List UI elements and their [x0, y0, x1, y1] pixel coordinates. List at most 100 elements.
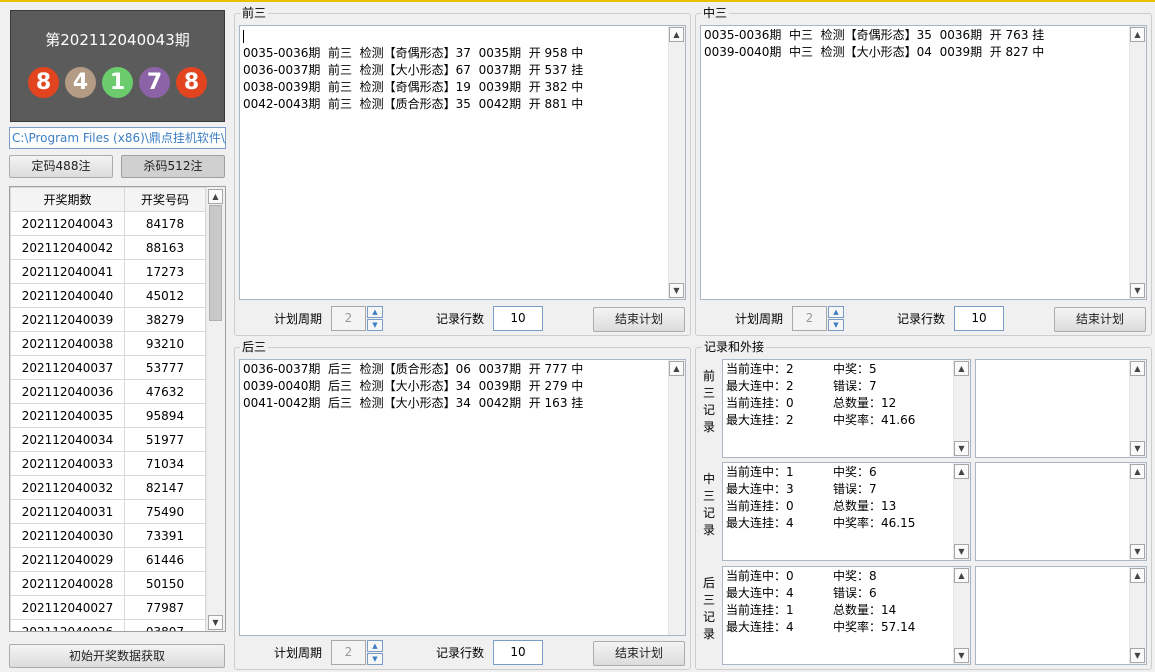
- table-row[interactable]: 202112040038 93210: [10, 331, 206, 356]
- lottery-ball: 1: [102, 67, 133, 98]
- column-header-number[interactable]: 开奖号码: [124, 187, 206, 212]
- scroll-up-arrow-icon[interactable]: ▲: [1130, 361, 1145, 376]
- scroll-up-arrow-icon[interactable]: ▲: [954, 464, 969, 479]
- end-plan-button[interactable]: 结束计划: [1054, 307, 1146, 332]
- scroll-up-arrow-icon[interactable]: ▲: [954, 361, 969, 376]
- external-link-box[interactable]: ▲ ▼: [975, 359, 1147, 458]
- scroll-down-arrow-icon[interactable]: ▼: [1130, 441, 1145, 456]
- scroll-up-arrow-icon[interactable]: ▲: [954, 568, 969, 583]
- cell-period: 202112040032: [10, 475, 125, 500]
- log-scrollbar[interactable]: ▲ ▼: [1129, 26, 1146, 299]
- cell-number: 95894: [124, 403, 206, 428]
- init-data-fetch-button[interactable]: 初始开奖数据获取: [9, 644, 225, 668]
- external-link-box[interactable]: ▲ ▼: [975, 566, 1147, 665]
- table-row[interactable]: 202112040034 51977: [10, 427, 206, 452]
- table-row[interactable]: 202112040029 61446: [10, 547, 206, 572]
- log-scrollbar[interactable]: ▲ ▼: [668, 26, 685, 299]
- external-scrollbar[interactable]: ▲ ▼: [1129, 463, 1146, 560]
- record-group-label: 后三记录: [702, 575, 716, 643]
- scroll-down-arrow-icon[interactable]: ▼: [954, 544, 969, 559]
- table-row[interactable]: 202112040043 84178: [10, 211, 206, 236]
- scroll-up-arrow-icon[interactable]: ▲: [669, 361, 684, 376]
- scroll-up-arrow-icon[interactable]: ▲: [1130, 27, 1145, 42]
- external-link-box[interactable]: ▲ ▼: [975, 462, 1147, 561]
- spin-up-icon[interactable]: ▲: [367, 306, 383, 318]
- stat-line: 最大连挂：4: [726, 620, 794, 634]
- table-row[interactable]: 202112040028 50150: [10, 571, 206, 596]
- cell-number: 45012: [124, 283, 206, 308]
- scroll-down-arrow-icon[interactable]: ▼: [1130, 648, 1145, 663]
- end-plan-button[interactable]: 结束计划: [593, 307, 685, 332]
- cell-number: 77987: [124, 595, 206, 620]
- table-row[interactable]: 202112040026 03807: [10, 619, 206, 631]
- panel-zhong-san-title: 中三: [701, 6, 730, 20]
- stat-line: 最大连中：3: [726, 482, 794, 496]
- record-stats-box[interactable]: 当前连中：1 最大连中：3 当前连挂：0 最大连挂：4 中奖：6 错误：7 总数量：13 中奖…: [722, 462, 971, 561]
- table-row[interactable]: 202112040032 82147: [10, 475, 206, 500]
- table-row[interactable]: 202112040030 73391: [10, 523, 206, 548]
- scroll-down-arrow-icon[interactable]: ▼: [208, 615, 223, 630]
- spin-down-icon[interactable]: ▼: [367, 319, 383, 331]
- log-line: 0035-0036期 中三 检测【奇偶形态】35 0036期 开 763 挂: [704, 28, 1045, 42]
- scroll-down-arrow-icon[interactable]: ▼: [1130, 283, 1145, 298]
- stat-line: 最大连挂：4: [726, 516, 794, 530]
- record-stats-left: 当前连中：2 最大连中：2 当前连挂：0 最大连挂：2: [726, 361, 794, 429]
- scroll-up-arrow-icon[interactable]: ▲: [208, 189, 223, 204]
- panel-hou-san-title: 后三: [240, 340, 269, 354]
- record-rows-input[interactable]: 10: [493, 306, 543, 331]
- table-row[interactable]: 202112040037 53777: [10, 355, 206, 380]
- table-row[interactable]: 202112040040 45012: [10, 283, 206, 308]
- scroll-up-arrow-icon[interactable]: ▲: [1130, 464, 1145, 479]
- table-row[interactable]: 202112040033 71034: [10, 451, 206, 476]
- table-row[interactable]: 202112040036 47632: [10, 379, 206, 404]
- table-row[interactable]: 202112040042 88163: [10, 235, 206, 260]
- hou-san-log[interactable]: 0036-0037期 后三 检测【质合形态】06 0037期 开 777 中 0…: [239, 359, 686, 636]
- log-line: 0042-0043期 前三 检测【质合形态】35 0042期 开 881 中: [243, 97, 584, 111]
- column-header-period[interactable]: 开奖期数: [10, 187, 125, 212]
- table-row[interactable]: 202112040039 38279: [10, 307, 206, 332]
- scroll-down-arrow-icon[interactable]: ▼: [669, 283, 684, 298]
- qian-san-log[interactable]: 0035-0036期 前三 检测【奇偶形态】37 0035期 开 958 中 0…: [239, 25, 686, 300]
- scroll-down-arrow-icon[interactable]: ▼: [1130, 544, 1145, 559]
- draw-history-table: 开奖期数 开奖号码 202112040043 84178 202112040042 8…: [9, 186, 226, 632]
- table-vertical-scrollbar[interactable]: ▲ ▼: [206, 187, 225, 631]
- plan-period-label: 计划周期: [735, 312, 784, 326]
- table-row[interactable]: 202112040041 17273: [10, 259, 206, 284]
- scroll-down-arrow-icon[interactable]: ▼: [954, 648, 969, 663]
- scroll-up-arrow-icon[interactable]: ▲: [669, 27, 684, 42]
- record-stats-box[interactable]: 当前连中：2 最大连中：2 当前连挂：0 最大连挂：2 中奖：5 错误：7 总数量：12 中奖…: [722, 359, 971, 458]
- log-scrollbar[interactable]: ▲: [668, 360, 685, 635]
- cell-number: 17273: [124, 259, 206, 284]
- table-row[interactable]: 202112040027 77987: [10, 595, 206, 620]
- external-scrollbar[interactable]: ▲ ▼: [1129, 567, 1146, 664]
- external-scrollbar[interactable]: ▲ ▼: [1129, 360, 1146, 457]
- plan-period-spinner[interactable]: 2: [331, 640, 366, 665]
- fixed-code-button[interactable]: 定码488注: [9, 155, 113, 178]
- scroll-down-arrow-icon[interactable]: ▼: [954, 441, 969, 456]
- table-row[interactable]: 202112040035 95894: [10, 403, 206, 428]
- plan-period-spinner[interactable]: 2: [792, 306, 827, 331]
- cell-period: 202112040033: [10, 451, 125, 476]
- stats-scrollbar[interactable]: ▲ ▼: [953, 463, 970, 560]
- scroll-up-arrow-icon[interactable]: ▲: [1130, 568, 1145, 583]
- stat-line: 中奖率：57.14: [833, 620, 916, 634]
- table-row[interactable]: 202112040031 75490: [10, 499, 206, 524]
- spin-down-icon[interactable]: ▼: [367, 653, 383, 665]
- cell-number: 61446: [124, 547, 206, 572]
- record-rows-label: 记录行数: [897, 312, 946, 326]
- record-rows-input[interactable]: 10: [493, 640, 543, 665]
- spin-up-icon[interactable]: ▲: [367, 640, 383, 652]
- cell-number: 03807: [124, 619, 206, 631]
- scroll-thumb[interactable]: [209, 205, 222, 321]
- plan-period-spinner[interactable]: 2: [331, 306, 366, 331]
- spin-down-icon[interactable]: ▼: [828, 319, 844, 331]
- spin-up-icon[interactable]: ▲: [828, 306, 844, 318]
- record-rows-input[interactable]: 10: [954, 306, 1004, 331]
- kill-code-button[interactable]: 杀码512注: [121, 155, 225, 178]
- stats-scrollbar[interactable]: ▲ ▼: [953, 360, 970, 457]
- install-path-field[interactable]: C:\Program Files (x86)\鼎点挂机软件\: [9, 127, 226, 149]
- stats-scrollbar[interactable]: ▲ ▼: [953, 567, 970, 664]
- record-stats-box[interactable]: 当前连中：0 最大连中：4 当前连挂：1 最大连挂：4 中奖：8 错误：6 总数量：14 中奖…: [722, 566, 971, 665]
- end-plan-button[interactable]: 结束计划: [593, 641, 685, 666]
- zhong-san-log[interactable]: 0035-0036期 中三 检测【奇偶形态】35 0036期 开 763 挂 0…: [700, 25, 1147, 300]
